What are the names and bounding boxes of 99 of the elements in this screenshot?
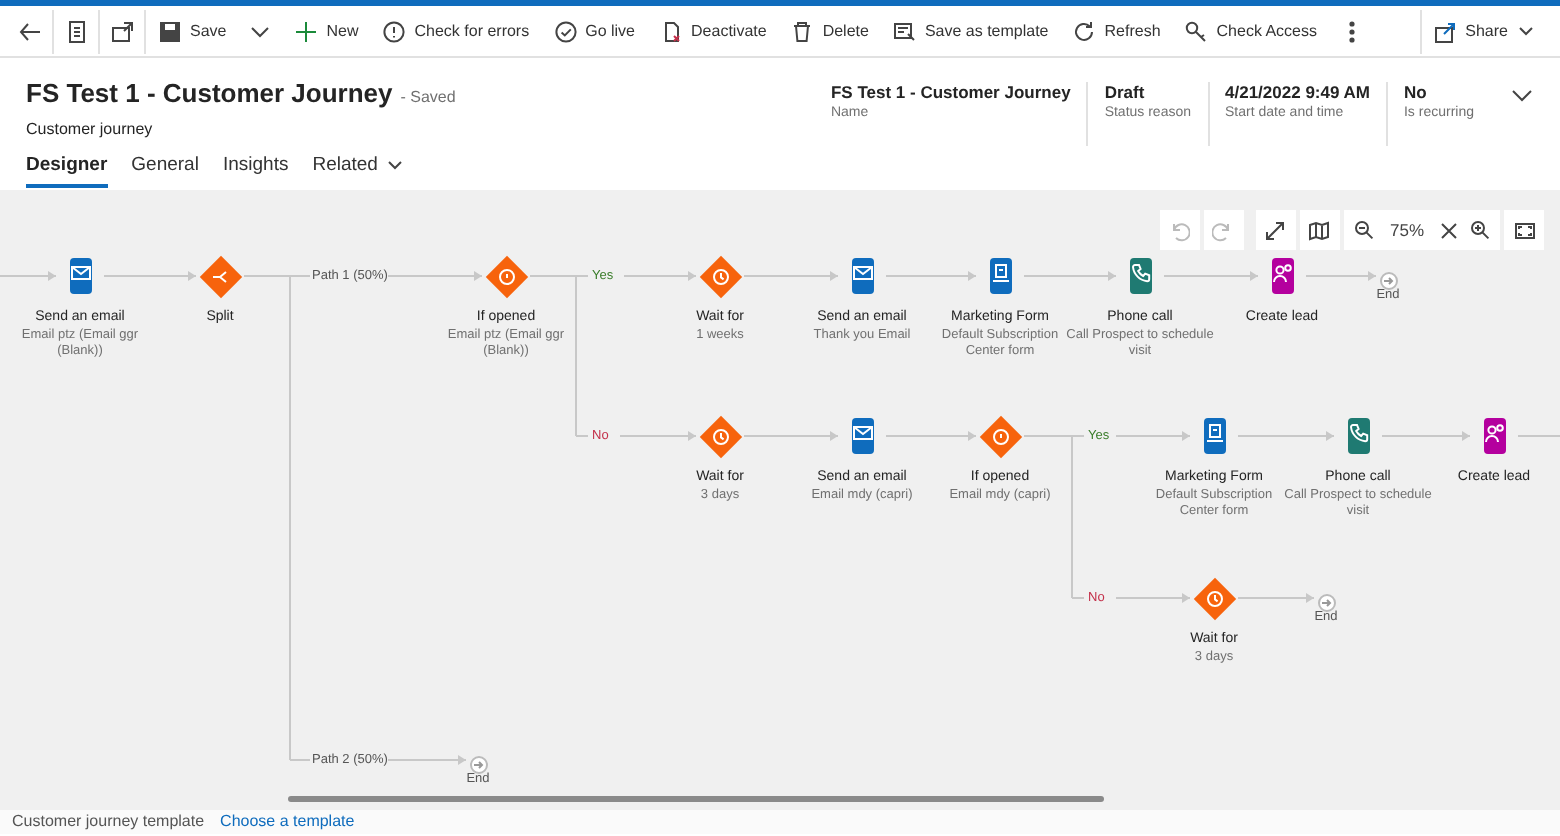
share-icon <box>1433 19 1458 43</box>
record-title: FS Test 1 - Customer Journey <box>26 78 393 108</box>
check-button[interactable]: Check for errors <box>370 9 542 53</box>
connector-line <box>885 271 977 281</box>
template-label: Customer journey template <box>12 812 205 832</box>
checkmark-circle-icon <box>553 19 578 43</box>
clock-icon <box>709 265 731 287</box>
connector-line <box>743 431 839 441</box>
access-button[interactable]: Check Access <box>1172 9 1330 53</box>
zoom-level: 75% <box>1387 220 1426 240</box>
expand-button[interactable] <box>1255 210 1296 250</box>
share-button[interactable]: Share <box>1419 9 1548 53</box>
envelope-icon <box>851 422 873 444</box>
condition-icon <box>989 425 1011 447</box>
golive-button[interactable]: Go live <box>541 9 648 53</box>
reset-zoom-button[interactable] <box>1440 221 1458 239</box>
connector-line <box>387 755 467 765</box>
clock-icon <box>1203 587 1225 609</box>
field-value: 4/21/2022 9:49 AM <box>1225 82 1370 102</box>
connector-line <box>1517 435 1560 437</box>
fit-screen-icon <box>1513 219 1535 241</box>
step-tile[interactable] <box>1203 418 1225 454</box>
condition-icon <box>495 265 517 287</box>
form-icon <box>989 262 1011 284</box>
connector-line <box>619 431 697 441</box>
end-icon <box>1316 592 1338 614</box>
form-icon <box>1203 422 1225 444</box>
connector-line <box>1163 271 1259 281</box>
step-tile[interactable] <box>69 258 91 294</box>
envelope-icon <box>69 262 91 284</box>
new-button[interactable]: New <box>282 9 371 53</box>
field-value: FS Test 1 - Customer Journey <box>830 82 1071 102</box>
zoom-out-button[interactable] <box>1353 220 1374 240</box>
expand-icon <box>1264 219 1287 241</box>
tab[interactable]: Related <box>312 154 404 188</box>
deactivate-button[interactable]: Deactivate <box>647 9 779 53</box>
people-icon <box>1483 422 1505 444</box>
connector-line <box>1305 271 1377 281</box>
connector-line <box>885 431 977 441</box>
caret-icon <box>385 156 404 174</box>
map-icon <box>1308 219 1331 241</box>
field-value: No <box>1403 82 1429 102</box>
step-tile[interactable] <box>1271 258 1293 294</box>
connector-line <box>103 271 197 281</box>
zoom-in-icon <box>1470 220 1490 240</box>
document-x-icon <box>659 19 684 43</box>
scrollbar[interactable] <box>288 796 1104 802</box>
step-tile[interactable] <box>851 258 873 294</box>
step-tile[interactable] <box>1483 418 1505 454</box>
popout-icon <box>110 19 134 43</box>
template-button[interactable]: Save as template <box>880 9 1061 53</box>
close-icon <box>1440 221 1458 239</box>
connector-line <box>743 271 839 281</box>
record-type: Customer journey <box>26 120 153 138</box>
end-icon <box>468 754 490 776</box>
field-value: Draft <box>1104 82 1147 102</box>
connector-line <box>387 271 483 281</box>
connector-line <box>1237 431 1335 441</box>
tab[interactable]: General <box>131 154 199 188</box>
refresh-icon <box>1072 19 1097 43</box>
map-button[interactable] <box>1299 210 1340 250</box>
connector-line <box>623 271 697 281</box>
trash-icon <box>790 19 815 43</box>
plus-icon <box>294 19 319 43</box>
info-icon <box>382 19 407 43</box>
choose-template-link[interactable]: Choose a template <box>220 812 355 832</box>
delete-button[interactable]: Delete <box>778 9 881 53</box>
save-status: - Saved <box>400 88 456 106</box>
save-button[interactable]: Save <box>146 9 239 53</box>
refresh-button[interactable]: Refresh <box>1060 9 1173 53</box>
envelope-icon <box>851 262 873 284</box>
connector-line <box>0 271 57 281</box>
end-icon <box>1378 270 1400 292</box>
tab[interactable]: Insights <box>222 154 289 188</box>
redo-icon <box>1212 219 1235 241</box>
step-tile[interactable] <box>1129 258 1151 294</box>
undo-icon <box>1168 219 1191 241</box>
zoom-out-icon <box>1353 220 1374 240</box>
split-icon <box>209 265 231 287</box>
connector-line <box>1023 271 1117 281</box>
connector-line <box>1237 593 1315 603</box>
document-icon <box>64 19 88 43</box>
save-icon <box>158 19 182 43</box>
fit-screen-button[interactable] <box>1504 210 1544 250</box>
step-tile[interactable] <box>989 258 1011 294</box>
template-icon <box>892 19 917 43</box>
clock-icon <box>709 425 731 447</box>
caret-icon <box>1516 21 1536 41</box>
connector-line <box>1115 593 1191 603</box>
people-icon <box>1271 262 1293 284</box>
step-tile[interactable] <box>851 418 873 454</box>
connector-line <box>1115 431 1191 441</box>
phone-icon <box>1347 422 1369 444</box>
key-icon <box>1184 19 1209 43</box>
phone-icon <box>1129 262 1151 284</box>
connector-line <box>1381 431 1471 441</box>
step-tile[interactable] <box>1347 418 1369 454</box>
back-icon <box>18 19 42 43</box>
zoom-in-button[interactable] <box>1470 220 1490 240</box>
